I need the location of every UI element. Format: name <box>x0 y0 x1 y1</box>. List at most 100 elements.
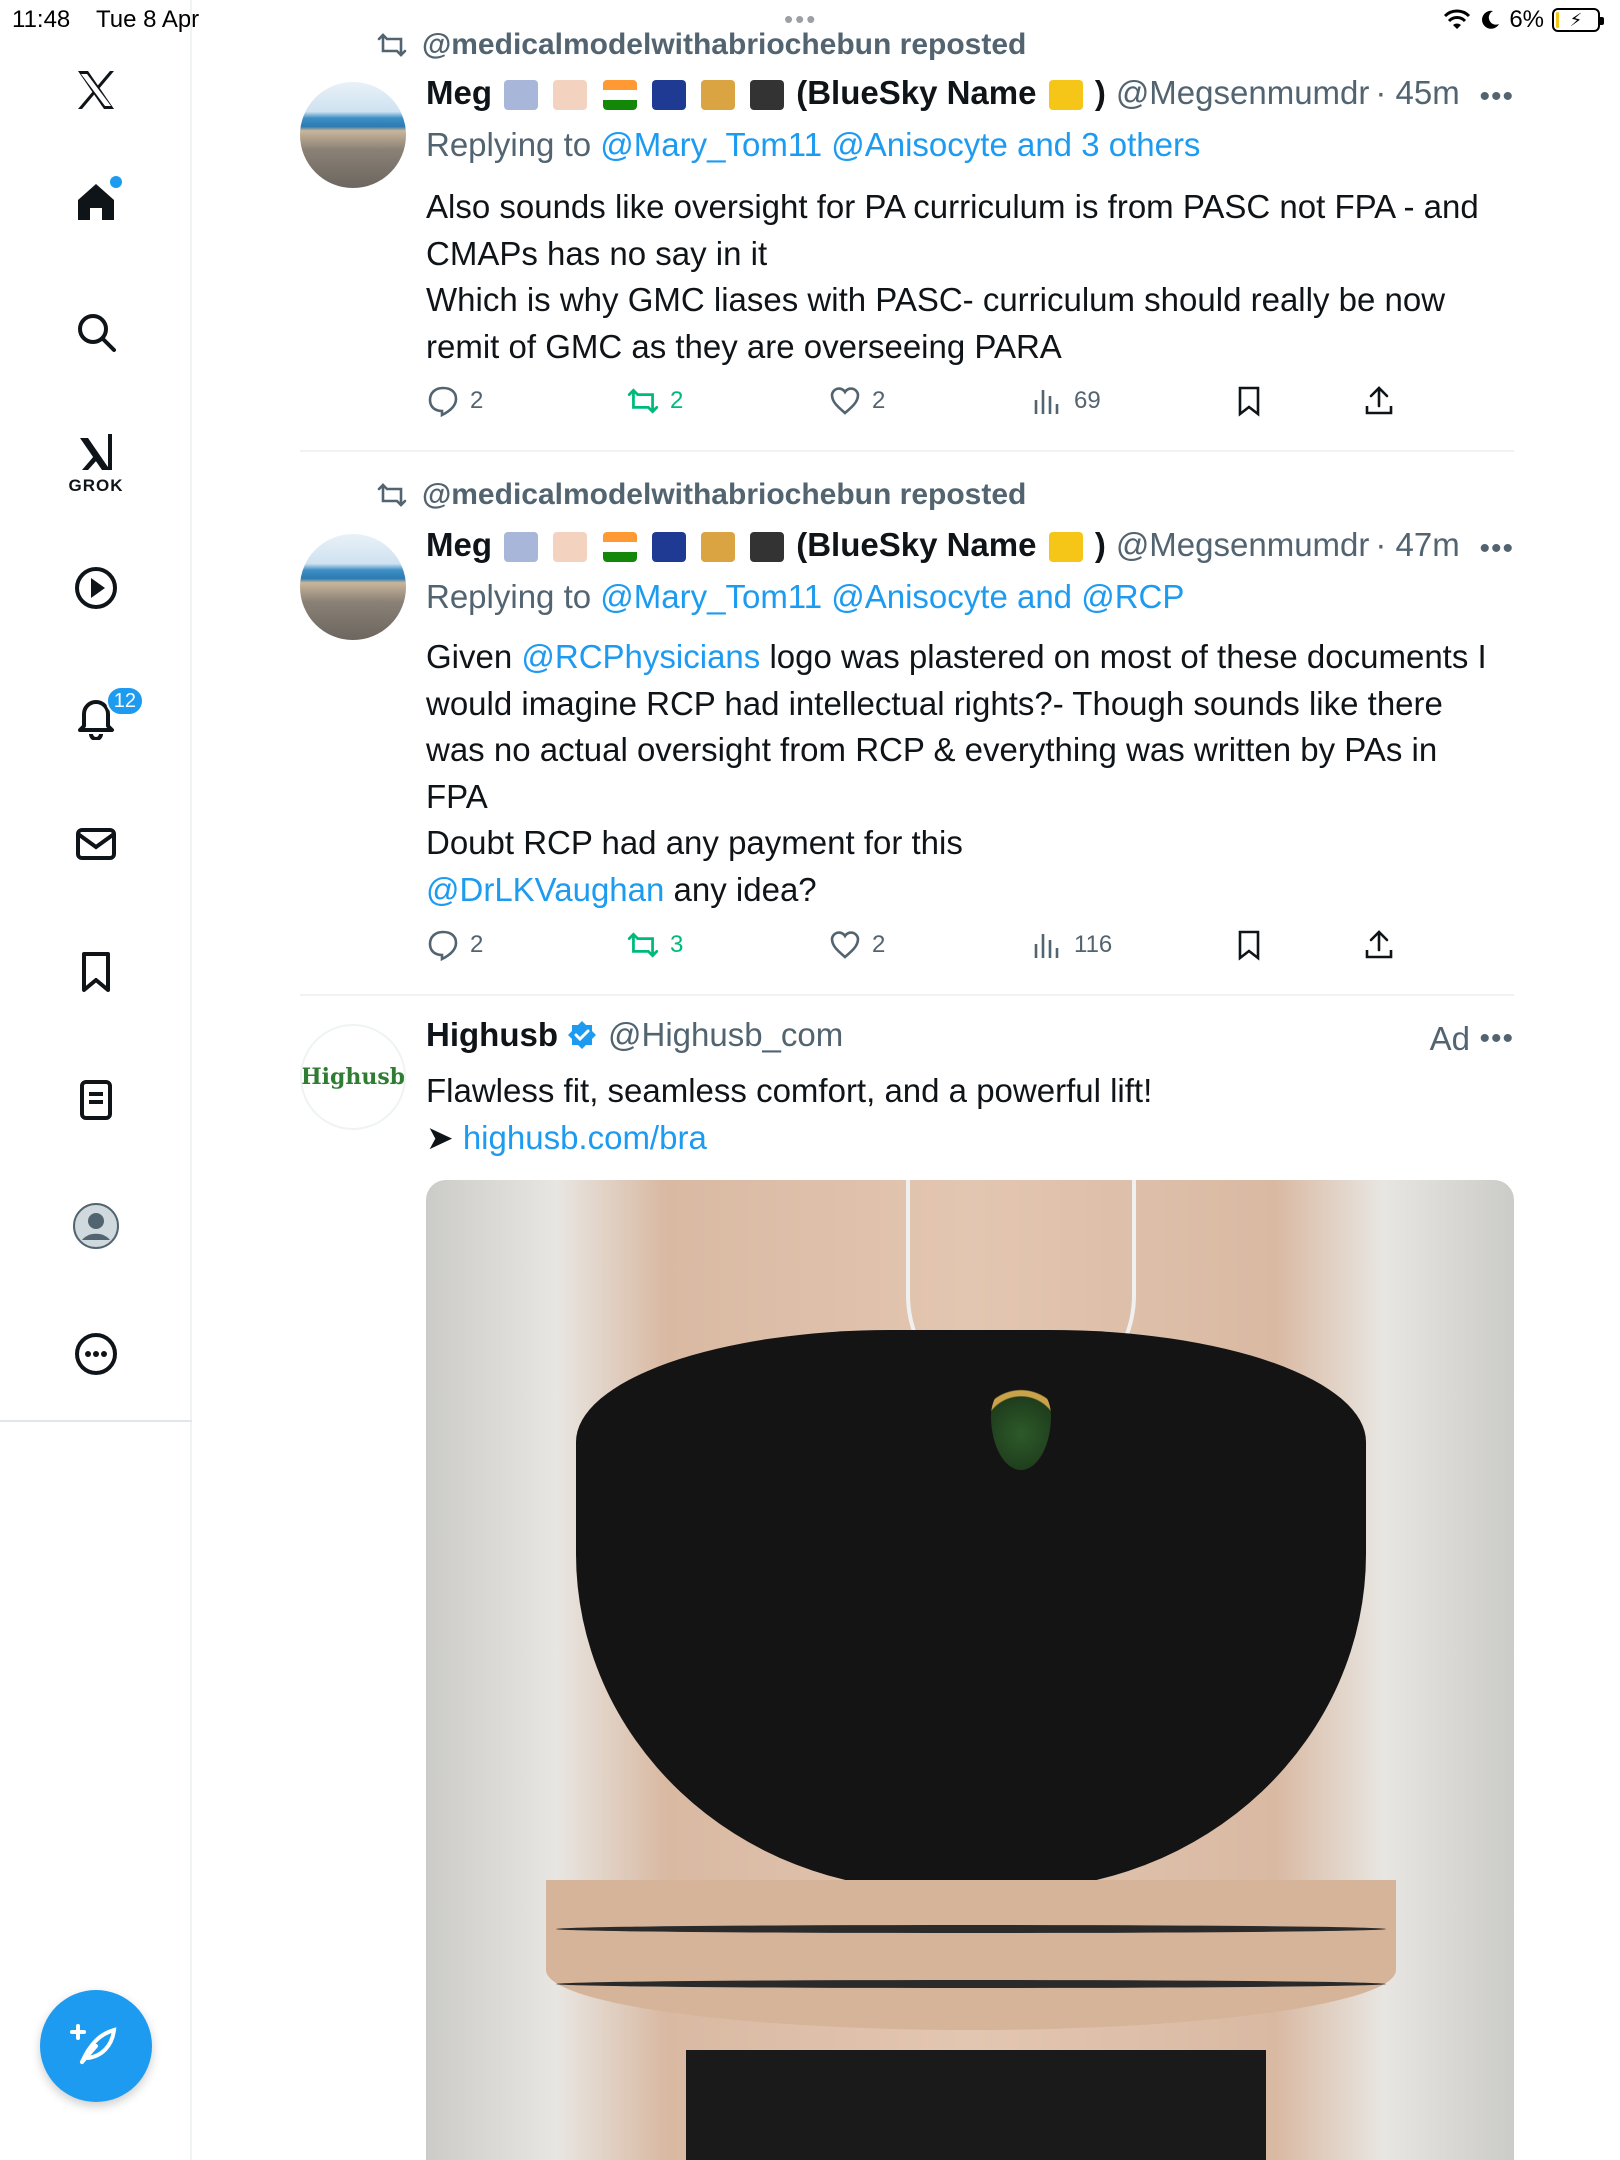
mail-icon[interactable] <box>64 812 128 876</box>
bookmark-icon <box>1238 930 1260 961</box>
author-avatar[interactable] <box>300 82 406 188</box>
advertiser-avatar[interactable]: Highusb <box>300 1024 406 1130</box>
notifications-bell-icon[interactable]: 12 <box>64 684 144 748</box>
battery-icon: ⚡ <box>1552 8 1604 32</box>
camera-emoji-icon <box>750 532 785 563</box>
tweet-time[interactable]: · 47m <box>1375 526 1459 564</box>
share-button[interactable] <box>1362 928 1396 962</box>
garment-band <box>546 1880 1396 2030</box>
author-avatar[interactable] <box>300 534 406 640</box>
replying-to-links[interactable]: @Mary_Tom11 @Anisocyte and @RCP <box>600 578 1184 615</box>
view-count: 116 <box>1074 931 1113 958</box>
doctor-emoji-icon <box>553 80 588 111</box>
author-name[interactable]: Meg (BlueSky Name ) <box>426 74 1106 112</box>
doctor-emoji-icon <box>553 532 588 563</box>
home-unread-dot <box>110 176 122 188</box>
tweet-text-line: Given @RCPhysicians logo was plastered o… <box>426 634 1514 681</box>
repost-count: 2 <box>670 387 684 414</box>
repost-by-text: @medicalmodelwithabriochebun reposted <box>422 478 1027 511</box>
author-handle[interactable]: @Megsenmumdr <box>1116 526 1370 564</box>
family-emoji-icon <box>504 80 539 111</box>
reply-count: 2 <box>470 387 484 414</box>
bookmark-icon[interactable] <box>64 940 128 1004</box>
profile-avatar-icon[interactable] <box>64 1194 128 1258</box>
repost-icon <box>377 33 407 57</box>
cricket-emoji-icon <box>700 532 735 563</box>
video-icon[interactable] <box>64 556 128 620</box>
tweet-more-icon[interactable]: ••• <box>1479 532 1514 566</box>
like-button[interactable]: 2 <box>828 928 885 962</box>
analytics-icon <box>1034 934 1059 958</box>
view-count: 69 <box>1074 387 1101 414</box>
tweet-text: Given @RCPhysicians logo was plastered o… <box>426 634 1514 913</box>
like-count: 2 <box>872 387 886 414</box>
bookmark-button[interactable] <box>1232 928 1266 962</box>
views-button[interactable]: 116 <box>1030 928 1112 962</box>
notifications-badge: 12 <box>105 686 144 716</box>
cricket-emoji-icon <box>700 80 735 111</box>
search-icon[interactable] <box>64 300 128 364</box>
author-handle[interactable]: @Megsenmumdr <box>1116 74 1370 112</box>
reply-button[interactable]: 2 <box>426 928 483 962</box>
camera-emoji-icon <box>750 80 785 111</box>
tweet-text-segment: any idea? <box>664 870 817 908</box>
reply-button[interactable]: 2 <box>426 384 483 418</box>
share-icon <box>1365 386 1393 415</box>
lists-icon[interactable] <box>64 1068 128 1132</box>
tweet-text: Also sounds like oversight for PA curric… <box>426 184 1514 370</box>
ad-media-image[interactable] <box>426 1180 1514 2160</box>
uk-flag-icon <box>651 532 686 563</box>
tweet-header: Meg (BlueSky Name ) @Megsenmumdr · 47m <box>426 526 1460 564</box>
garment-bottom <box>686 2050 1266 2160</box>
repost-indicator: @medicalmodelwithabriochebun reposted <box>376 478 1026 512</box>
grok-label: GROK <box>68 476 124 495</box>
sidebar-divider <box>0 1420 192 1422</box>
uk-flag-icon <box>651 80 686 111</box>
mention-link[interactable]: @DrLKVaughan <box>426 871 664 908</box>
tweet-text: Flawless fit, seamless comfort, and a po… <box>426 1068 1514 1161</box>
tweet-text-line: CMAPs has no say in it <box>426 234 768 272</box>
tweet-text-line: was no actual oversight from RCP & every… <box>426 731 1438 768</box>
like-count: 2 <box>872 931 886 958</box>
point-down-emoji-icon <box>1048 80 1083 111</box>
heart-icon <box>830 931 860 959</box>
tweet-more-icon[interactable]: ••• <box>1479 80 1514 114</box>
home-icon[interactable] <box>64 170 128 234</box>
repost-button[interactable]: 3 <box>626 928 683 962</box>
ad-link[interactable]: highusb.com/bra <box>463 1119 707 1156</box>
analytics-icon <box>1034 390 1059 414</box>
reply-count: 2 <box>470 931 484 958</box>
share-button[interactable] <box>1362 384 1396 418</box>
heart-icon <box>830 387 860 415</box>
replying-to-links[interactable]: @Mary_Tom11 @Anisocyte and 3 others <box>600 126 1200 163</box>
bookmark-icon <box>1238 386 1260 417</box>
mention-link[interactable]: @RCPhysicians <box>521 638 760 675</box>
timeline-feed: @medicalmodelwithabriochebun reposted Me… <box>300 0 1514 2160</box>
compose-feather-icon <box>70 2024 117 2064</box>
sidebar: GROK 12 <box>0 0 192 2160</box>
advertiser-handle[interactable]: @Highusb_com <box>608 1016 843 1054</box>
repost-indicator: @medicalmodelwithabriochebun reposted <box>376 28 1026 62</box>
author-name[interactable]: Meg (BlueSky Name ) <box>426 526 1106 564</box>
replying-to: Replying to @Mary_Tom11 @Anisocyte and @… <box>426 578 1184 616</box>
x-logo-icon[interactable] <box>64 58 128 122</box>
verified-badge-icon <box>567 1021 596 1049</box>
tweet-text-line: ➤ highusb.com/bra <box>426 1115 1514 1162</box>
more-options-icon[interactable] <box>64 1322 128 1386</box>
tweet-more-icon[interactable]: ••• <box>1479 1022 1514 1056</box>
author-name-close: ) <box>1094 74 1106 111</box>
compose-post-button[interactable] <box>40 1990 152 2102</box>
bookmark-button[interactable] <box>1232 384 1266 418</box>
tweet-text-line: Flawless fit, seamless comfort, and a po… <box>426 1072 1153 1109</box>
repost-button[interactable]: 2 <box>626 384 683 418</box>
tweet-text-line: Also sounds like oversight for PA curric… <box>426 188 1479 225</box>
share-icon <box>1365 930 1393 959</box>
arrow-glyph: ➤ <box>426 1118 463 1156</box>
tweet-text-line: FPA <box>426 777 488 815</box>
like-button[interactable]: 2 <box>828 384 885 418</box>
tweet-header: Highusb @Highusb_com <box>426 1016 843 1054</box>
repost-icon <box>377 483 407 507</box>
views-button[interactable]: 69 <box>1030 384 1101 418</box>
advertiser-name[interactable]: Highusb <box>426 1016 558 1054</box>
tweet-time[interactable]: · 45m <box>1375 74 1459 112</box>
